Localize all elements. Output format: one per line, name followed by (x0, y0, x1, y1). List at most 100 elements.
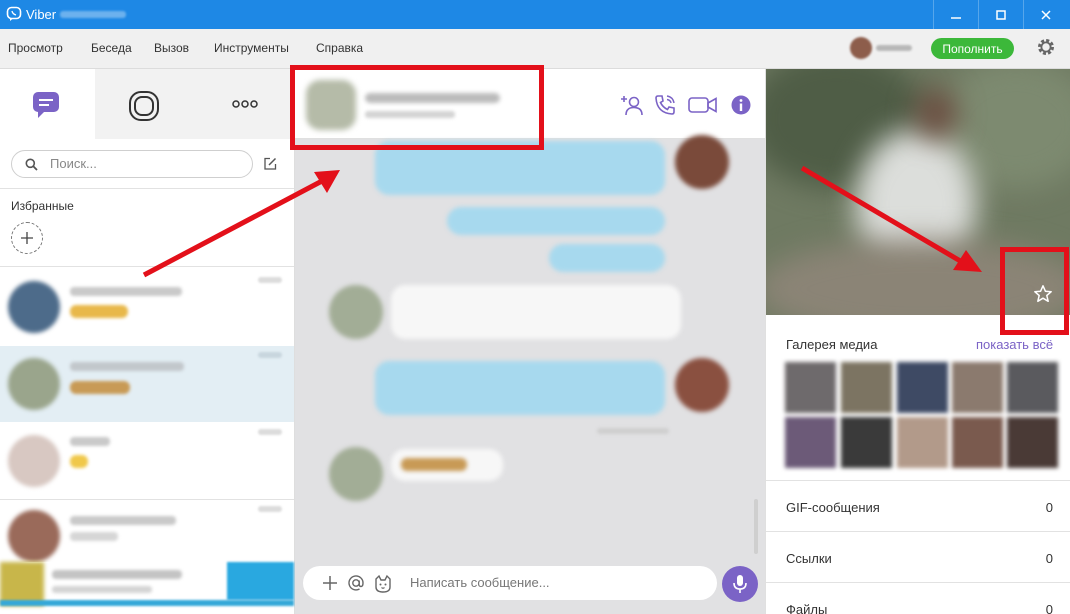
search-input[interactable] (50, 156, 246, 171)
media-thumbnail[interactable] (897, 362, 948, 413)
contact-info-panel: Галерея медиа показать всё GIF-сообщения… (765, 69, 1070, 614)
add-icon (21, 232, 33, 244)
left-panel: Избранные (0, 69, 295, 614)
message-bubble[interactable] (375, 361, 665, 415)
media-thumbnail[interactable] (841, 362, 892, 413)
highlight-box-star (1000, 247, 1069, 335)
search-icon (25, 158, 38, 171)
stories-icon[interactable] (128, 90, 160, 122)
message-bubble[interactable] (549, 244, 665, 272)
tab-chats[interactable] (0, 69, 95, 139)
list-item[interactable] (0, 269, 294, 345)
message-input[interactable] (410, 575, 700, 590)
media-thumbnail[interactable] (952, 417, 1003, 468)
promo-text-blur (52, 586, 152, 593)
avatar (8, 510, 60, 562)
promo-strip (0, 600, 294, 606)
maximize-button[interactable] (979, 0, 1023, 29)
video-call-icon[interactable] (687, 93, 719, 117)
favorites-label: Избранные (11, 199, 74, 213)
scrollbar[interactable] (754, 499, 758, 554)
list-item[interactable] (0, 346, 294, 422)
promo-banner[interactable] (0, 562, 294, 614)
viber-logo-icon (6, 6, 22, 21)
account-avatar[interactable] (850, 37, 872, 59)
chat-preview-blur (70, 381, 130, 394)
media-thumbnail[interactable] (785, 417, 836, 468)
menu-help[interactable]: Справка (316, 41, 363, 55)
chat-name-blur (70, 437, 110, 446)
chat-preview-blur (70, 455, 88, 468)
voice-call-icon[interactable] (653, 93, 677, 117)
show-all-link[interactable]: показать всё (976, 337, 1053, 352)
mic-button[interactable] (722, 566, 758, 602)
links-row[interactable]: Ссылки 0 (766, 531, 1070, 582)
chat-area (295, 69, 765, 614)
info-row-count: 0 (1045, 551, 1053, 566)
menu-view[interactable]: Просмотр (8, 41, 63, 55)
window-title: Viber (26, 7, 57, 22)
info-row-count: 0 (1045, 602, 1053, 614)
files-row[interactable]: Файлы 0 (766, 582, 1070, 614)
media-thumbnail[interactable] (952, 362, 1003, 413)
topup-button[interactable]: Пополнить (931, 38, 1014, 59)
chat-preview-blur (70, 305, 128, 318)
close-button[interactable] (1024, 0, 1068, 29)
avatar (329, 447, 383, 501)
avatar (8, 435, 60, 487)
media-thumbnail[interactable] (785, 362, 836, 413)
chat-name-blur (70, 287, 182, 296)
list-item[interactable] (0, 423, 294, 499)
nav-tabs (0, 69, 294, 139)
avatar (8, 281, 60, 333)
emoji-blur (401, 458, 467, 471)
chat-time-blur (258, 352, 282, 358)
avatar (8, 358, 60, 410)
avatar (675, 135, 729, 189)
add-favorite-button[interactable] (11, 222, 43, 254)
chat-preview-blur (70, 532, 118, 541)
compose-icon[interactable] (263, 157, 277, 171)
message-bubble[interactable] (391, 285, 681, 339)
account-number-blur (60, 11, 126, 18)
info-row-label: Файлы (786, 602, 828, 614)
promo-text-blur (52, 570, 182, 579)
message-status-blur (597, 428, 669, 434)
mic-icon (733, 575, 747, 593)
media-thumbnail[interactable] (1007, 362, 1058, 413)
media-thumbnail[interactable] (841, 417, 892, 468)
chat-icon (33, 92, 59, 118)
minimize-button[interactable] (934, 0, 978, 29)
add-participant-icon[interactable] (620, 93, 644, 117)
gif-messages-row[interactable]: GIF-сообщения 0 (766, 480, 1070, 531)
divider (0, 266, 294, 267)
divider (0, 188, 294, 189)
gear-icon[interactable] (1036, 37, 1056, 57)
sticker-icon[interactable] (373, 574, 393, 594)
menu-bar: Просмотр Беседа Вызов Инструменты Справк… (0, 29, 1070, 69)
highlight-box-contact (290, 65, 544, 150)
chat-time-blur (258, 506, 282, 512)
photo-blur-region (916, 89, 956, 139)
menu-call[interactable]: Вызов (154, 41, 189, 55)
avatar (675, 358, 729, 412)
minimize-icon (951, 16, 961, 19)
maximize-icon (996, 9, 1006, 20)
media-thumbnail[interactable] (1007, 417, 1058, 468)
title-bar: Viber (0, 0, 1070, 29)
more-icon[interactable] (232, 99, 258, 109)
info-row-label: GIF-сообщения (786, 500, 880, 515)
search-box (11, 150, 253, 178)
media-gallery-label: Галерея медиа (786, 337, 878, 352)
menu-tools[interactable]: Инструменты (214, 41, 289, 55)
info-icon[interactable] (729, 93, 753, 117)
avatar (329, 285, 383, 339)
promo-button[interactable] (227, 562, 294, 600)
media-thumbnail[interactable] (897, 417, 948, 468)
menu-conversation[interactable]: Беседа (91, 41, 132, 55)
chat-name-blur (70, 516, 176, 525)
message-input-bar (303, 566, 717, 600)
message-bubble[interactable] (447, 207, 665, 235)
at-icon[interactable] (347, 574, 365, 592)
plus-icon[interactable] (321, 574, 339, 592)
